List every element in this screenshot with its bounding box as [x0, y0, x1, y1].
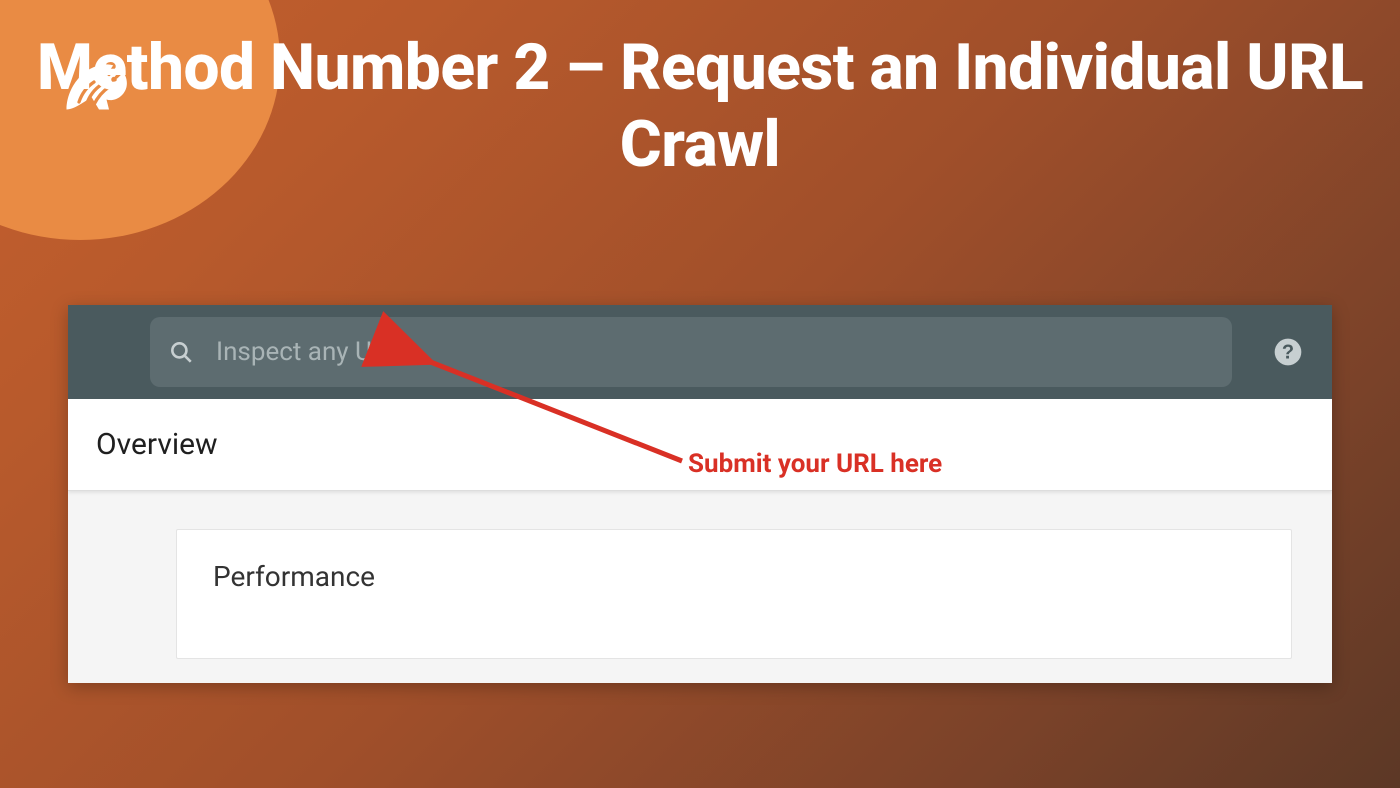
console-topbar: ? [68, 305, 1332, 399]
url-inspect-field[interactable] [150, 317, 1232, 387]
help-icon[interactable]: ? [1272, 336, 1304, 368]
performance-card[interactable]: Performance [176, 529, 1292, 659]
search-icon [168, 339, 194, 365]
search-console-screenshot: ? Overview Performance Submit your URL h… [68, 305, 1332, 683]
performance-title: Performance [213, 560, 375, 593]
annotation-label: Submit your URL here [688, 449, 942, 479]
slide-title: Method Number 2 – Request an Individual … [0, 30, 1400, 184]
url-inspect-input[interactable] [216, 337, 1214, 367]
svg-text:?: ? [1282, 342, 1294, 364]
overview-title: Overview [96, 427, 218, 462]
